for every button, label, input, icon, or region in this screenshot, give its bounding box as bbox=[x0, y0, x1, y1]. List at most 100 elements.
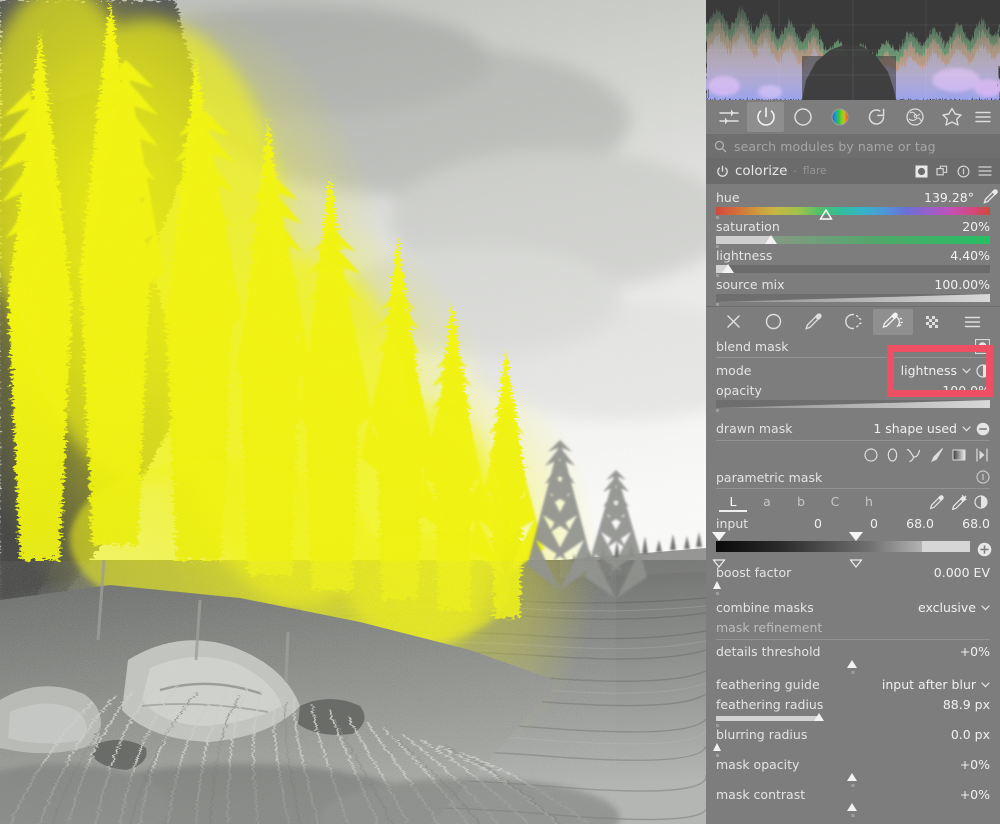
module-group-correct[interactable] bbox=[859, 102, 896, 132]
shape-path-icon[interactable] bbox=[906, 447, 921, 463]
parametric-mask-row[interactable]: parametric mask bbox=[706, 467, 1000, 487]
blend-drawn-mask-button[interactable] bbox=[793, 309, 833, 335]
blend-raster-mask-button[interactable] bbox=[913, 309, 953, 335]
blend-opacity-track[interactable] bbox=[716, 400, 990, 412]
details-threshold-track[interactable] bbox=[716, 660, 990, 674]
parametric-gradient-bar[interactable] bbox=[711, 532, 970, 568]
channel-tab-b[interactable]: b bbox=[784, 494, 818, 511]
plus-circle-icon[interactable] bbox=[977, 542, 992, 557]
channel-tab-h[interactable]: h bbox=[852, 494, 886, 511]
module-group-base[interactable] bbox=[747, 102, 785, 132]
drawn-mask-row[interactable]: drawn mask 1 shape used bbox=[706, 418, 1000, 439]
module-group-color[interactable] bbox=[822, 102, 859, 132]
mask-opacity-track[interactable] bbox=[716, 773, 990, 787]
blend-menu-button[interactable] bbox=[952, 309, 992, 335]
saturation-label: saturation bbox=[716, 219, 780, 234]
lightness-handle[interactable] bbox=[722, 264, 735, 273]
mask-opacity-label: mask opacity bbox=[716, 757, 800, 772]
chevron-down-icon[interactable] bbox=[962, 367, 971, 374]
hue-slider[interactable]: hue 139.28° bbox=[706, 188, 1000, 220]
search-input[interactable]: search modules by name or tag bbox=[734, 139, 936, 154]
saturation-track[interactable] bbox=[716, 235, 990, 248]
shape-circle-icon[interactable] bbox=[863, 447, 879, 463]
blend-mode-row[interactable]: mode lightness bbox=[706, 360, 1000, 381]
source-mix-track[interactable] bbox=[716, 294, 990, 306]
info-icon[interactable] bbox=[976, 470, 990, 484]
channel-tab-L[interactable]: L bbox=[716, 494, 750, 512]
drawn-mask-value[interactable]: 1 shape used bbox=[873, 421, 957, 436]
blend-parametric-mask-button[interactable] bbox=[833, 309, 873, 335]
blend-mode-value[interactable]: lightness bbox=[901, 363, 957, 378]
blend-opacity-slider[interactable]: opacity 100.0% bbox=[706, 381, 1000, 412]
hue-track[interactable] bbox=[716, 205, 990, 220]
saturation-value: 20% bbox=[962, 219, 990, 234]
waveform-scope[interactable] bbox=[706, 0, 1000, 100]
channel-tab-C[interactable]: C bbox=[818, 494, 852, 511]
source-mix-slider[interactable]: source mix 100.00% bbox=[706, 275, 1000, 306]
module-search-bar[interactable]: search modules by name or tag bbox=[706, 134, 1000, 158]
boost-factor-track[interactable] bbox=[712, 581, 990, 595]
module-group-effect[interactable] bbox=[896, 102, 933, 132]
hue-color-picker-icon[interactable] bbox=[983, 189, 998, 204]
color-picker-icon[interactable] bbox=[929, 494, 944, 510]
boost-factor-value: 0.000 EV bbox=[933, 565, 990, 580]
blend-mask-row[interactable]: blend mask bbox=[706, 336, 1000, 356]
blend-uniformly-button[interactable] bbox=[754, 309, 794, 335]
saturation-slider[interactable]: saturation 20% bbox=[706, 217, 1000, 248]
chevron-down-icon[interactable] bbox=[981, 681, 990, 688]
shape-brush-icon[interactable] bbox=[928, 447, 944, 463]
saturation-handle[interactable] bbox=[764, 235, 777, 244]
blurring-radius-slider[interactable]: blurring radius 0.0 px bbox=[706, 725, 1000, 757]
gradient-handle-top-2[interactable] bbox=[848, 532, 863, 541]
shape-ellipse-icon[interactable] bbox=[886, 447, 899, 463]
feathering-guide-value[interactable]: input after blur bbox=[882, 677, 976, 692]
mask-opacity-slider[interactable]: mask opacity +0% bbox=[706, 755, 1000, 787]
chevron-down-icon[interactable] bbox=[981, 604, 990, 611]
presets-menu-icon[interactable] bbox=[978, 165, 992, 177]
color-picker-area-icon[interactable] bbox=[951, 494, 967, 510]
module-group-special[interactable] bbox=[933, 102, 970, 132]
shape-gradient-icon[interactable] bbox=[951, 447, 967, 463]
hue-handle[interactable] bbox=[818, 205, 833, 220]
details-threshold-label: details threshold bbox=[716, 644, 821, 659]
show-edit-mask-icon[interactable] bbox=[974, 447, 990, 463]
lightness-slider[interactable]: lightness 4.40% bbox=[706, 246, 1000, 277]
module-group-tone[interactable] bbox=[784, 102, 821, 132]
module-group-menu[interactable] bbox=[971, 102, 996, 132]
darkroom-preview-image[interactable] bbox=[0, 0, 706, 824]
input-value-3: 68.0 bbox=[906, 515, 934, 531]
combine-masks-value[interactable]: exclusive bbox=[918, 600, 976, 615]
blurring-radius-track[interactable] bbox=[712, 743, 990, 757]
blend-mask-toggle-icon[interactable] bbox=[975, 338, 990, 354]
invert-polarity-icon[interactable] bbox=[974, 495, 988, 509]
channel-tab-a[interactable]: a bbox=[750, 494, 784, 511]
feathering-guide-row[interactable]: feathering guide input after blur bbox=[706, 674, 1000, 695]
blend-mask-divider bbox=[716, 357, 990, 358]
gradient-handle-top-1[interactable] bbox=[711, 532, 726, 541]
gradient-handle-bottom-1[interactable] bbox=[711, 553, 726, 568]
feathering-radius-track[interactable] bbox=[716, 713, 990, 727]
feathering-radius-slider[interactable]: feathering radius 88.9 px bbox=[706, 695, 1000, 727]
mask-contrast-track[interactable] bbox=[716, 803, 990, 817]
mask-indicator-icon[interactable] bbox=[915, 165, 928, 178]
blend-drawn-parametric-button[interactable] bbox=[872, 308, 913, 335]
combine-masks-row[interactable]: combine masks exclusive bbox=[706, 597, 1000, 618]
contrast-icon[interactable] bbox=[976, 363, 990, 378]
module-header-colorize[interactable]: colorize · flare bbox=[706, 158, 1000, 184]
power-icon[interactable] bbox=[716, 165, 729, 178]
reset-icon[interactable] bbox=[957, 164, 970, 178]
feathering-radius-label: feathering radius bbox=[716, 697, 824, 712]
blend-off-button[interactable] bbox=[714, 309, 754, 335]
source-mix-value: 100.00% bbox=[934, 277, 990, 292]
mask-contrast-slider[interactable]: mask contrast +0% bbox=[706, 785, 1000, 817]
active-modules-icon[interactable] bbox=[710, 102, 747, 132]
parametric-gradient-row[interactable] bbox=[706, 532, 1000, 568]
center-canvas[interactable] bbox=[0, 0, 706, 824]
chevron-down-icon[interactable] bbox=[962, 425, 971, 432]
multiple-instances-icon[interactable] bbox=[936, 165, 949, 178]
blurring-radius-value: 0.0 px bbox=[950, 727, 990, 742]
gradient-handle-bottom-2[interactable] bbox=[848, 553, 863, 568]
lightness-track[interactable] bbox=[716, 264, 990, 277]
details-threshold-slider[interactable]: details threshold +0% bbox=[706, 642, 1000, 674]
minus-circle-icon[interactable] bbox=[976, 422, 990, 436]
